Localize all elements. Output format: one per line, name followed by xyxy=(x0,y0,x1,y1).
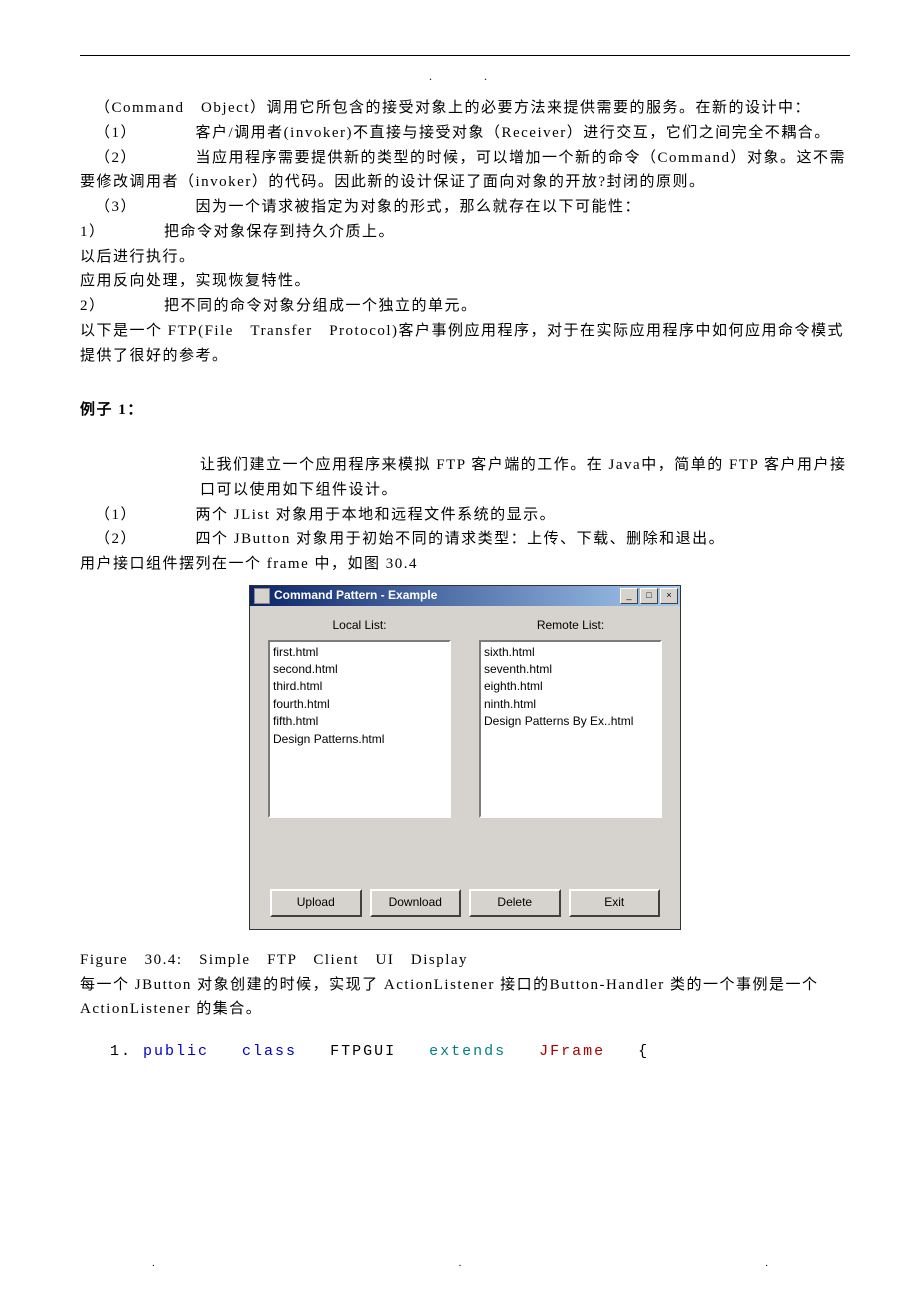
footer-dot: . xyxy=(459,1254,462,1272)
list-item[interactable]: third.html xyxy=(273,678,446,695)
remote-list-label: Remote List: xyxy=(479,616,662,636)
close-button[interactable]: × xyxy=(660,588,678,604)
remote-list[interactable]: sixth.html seventh.html eighth.html nint… xyxy=(479,640,662,818)
button-row: Upload Download Delete Exit xyxy=(268,881,662,917)
body-text: 用户接口组件摆列在一个 frame 中，如图 30.4 xyxy=(80,552,850,577)
body-text: （3） 因为一个请求被指定为对象的形式，那么就存在以下可能性： xyxy=(80,195,850,220)
list-item[interactable]: eighth.html xyxy=(484,678,657,695)
app-window: Command Pattern - Example _ □ × Local Li… xyxy=(249,585,681,930)
document-page: . . （Command Object）调用它所包含的接受对象上的必要方法来提供… xyxy=(0,0,920,1302)
class-name: FTPGUI xyxy=(330,1043,396,1060)
list-item[interactable]: ninth.html xyxy=(484,696,657,713)
list-item[interactable]: Design Patterns.html xyxy=(273,731,446,748)
code-line-number: 1. xyxy=(110,1043,143,1060)
window-titlebar: Command Pattern - Example _ □ × xyxy=(250,586,680,606)
delete-button[interactable]: Delete xyxy=(469,889,561,917)
body-text: 让我们建立一个应用程序来模拟 FTP 客户端的工作。在 Java中，简单的 FT… xyxy=(80,453,850,503)
list-item[interactable]: fourth.html xyxy=(273,696,446,713)
upload-button[interactable]: Upload xyxy=(270,889,362,917)
body-text: （1） 两个 JList 对象用于本地和远程文件系统的显示。 xyxy=(80,503,850,528)
keyword-public: public xyxy=(143,1043,209,1060)
list-item[interactable]: second.html xyxy=(273,661,446,678)
body-text: （2） 当应用程序需要提供新的类型的时候，可以增加一个新的命令（Command）… xyxy=(80,146,850,196)
example-heading: 例子 1： xyxy=(80,398,850,423)
app-body: Local List: first.html second.html third… xyxy=(250,606,680,929)
body-text: （Command Object）调用它所包含的接受对象上的必要方法来提供需要的服… xyxy=(80,96,850,121)
keyword-extends: extends xyxy=(429,1043,506,1060)
header-rule-dot: . . xyxy=(429,67,491,87)
body-text: 2） 把不同的命令对象分组成一个独立的单元。 xyxy=(80,294,850,319)
footer-dots: . . . xyxy=(0,1254,920,1272)
local-list[interactable]: first.html second.html third.html fourth… xyxy=(268,640,451,818)
code-line: 1. public class FTPGUI extends JFrame { xyxy=(80,1040,850,1065)
list-item[interactable]: seventh.html xyxy=(484,661,657,678)
open-brace: { xyxy=(638,1043,649,1060)
header-rule xyxy=(80,55,850,56)
body-text: （1） 客户/调用者(invoker)不直接与接受对象（Receiver）进行交… xyxy=(80,121,850,146)
footer-dot: . xyxy=(152,1254,155,1272)
footer-dot: . xyxy=(765,1254,768,1272)
superclass-name: JFrame xyxy=(539,1043,605,1060)
body-text: 以下是一个 FTP(File Transfer Protocol)客户事例应用程… xyxy=(80,319,850,369)
figure-caption: Figure 30.4: Simple FTP Client UI Displa… xyxy=(80,948,850,973)
local-list-label: Local List: xyxy=(268,616,451,636)
list-item[interactable]: first.html xyxy=(273,644,446,661)
minimize-button[interactable]: _ xyxy=(620,588,638,604)
list-item[interactable]: sixth.html xyxy=(484,644,657,661)
window-buttons: _ □ × xyxy=(620,588,678,604)
lists-row: Local List: first.html second.html third… xyxy=(268,616,662,818)
body-text: （2） 四个 JButton 对象用于初始不同的请求类型：上传、下载、删除和退出… xyxy=(80,527,850,552)
keyword-class: class xyxy=(242,1043,297,1060)
body-text: 应用反向处理，实现恢复特性。 xyxy=(80,269,850,294)
remote-list-column: Remote List: sixth.html seventh.html eig… xyxy=(479,616,662,818)
figure-wrap: Command Pattern - Example _ □ × Local Li… xyxy=(80,585,850,930)
maximize-button[interactable]: □ xyxy=(640,588,658,604)
list-item[interactable]: fifth.html xyxy=(273,713,446,730)
window-title: Command Pattern - Example xyxy=(274,586,620,606)
list-item[interactable]: Design Patterns By Ex..html xyxy=(484,713,657,730)
body-text: 每一个 JButton 对象创建的时候，实现了 ActionListener 接… xyxy=(80,973,850,1023)
app-icon xyxy=(254,588,270,604)
local-list-column: Local List: first.html second.html third… xyxy=(268,616,451,818)
body-text: 1） 把命令对象保存到持久介质上。 xyxy=(80,220,850,245)
download-button[interactable]: Download xyxy=(370,889,462,917)
exit-button[interactable]: Exit xyxy=(569,889,661,917)
body-text: 以后进行执行。 xyxy=(80,245,850,270)
